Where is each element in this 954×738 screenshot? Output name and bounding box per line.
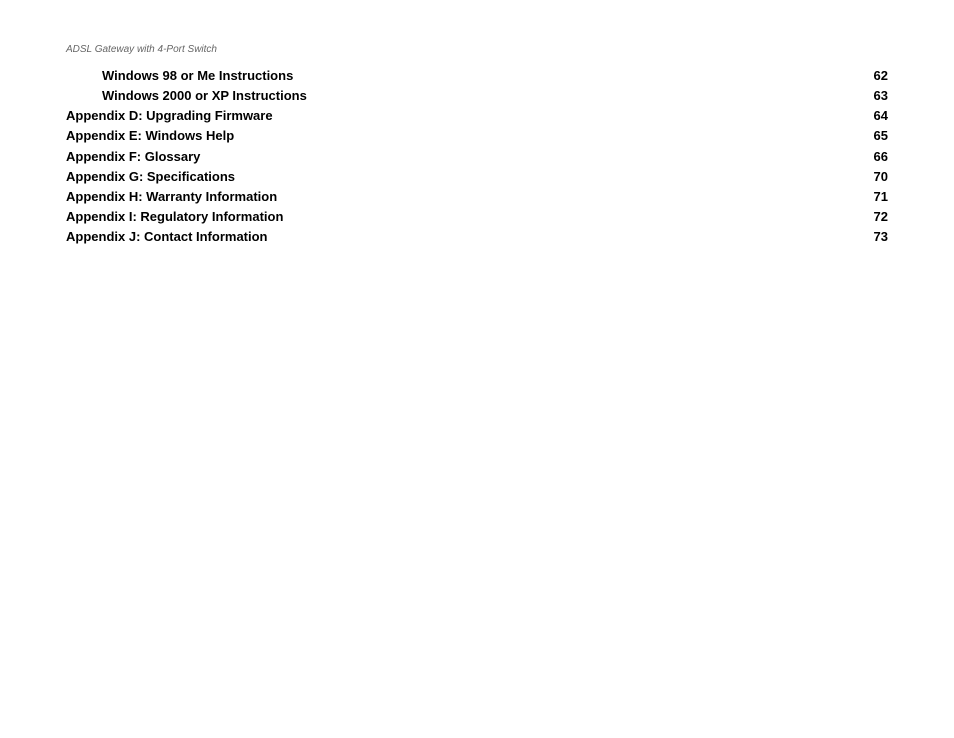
toc-entry-windows98[interactable]: Windows 98 or Me Instructions 62 bbox=[66, 66, 888, 86]
page-header: ADSL Gateway with 4-Port Switch bbox=[66, 44, 217, 55]
toc-entry-appendixF[interactable]: Appendix F: Glossary 66 bbox=[66, 147, 888, 167]
toc-entry-title-appendixF: Appendix F: Glossary bbox=[66, 147, 200, 167]
toc-entry-title-appendixI: Appendix I: Regulatory Information bbox=[66, 207, 283, 227]
toc-entry-page-appendixH: 71 bbox=[858, 187, 888, 207]
toc-entry-title-windows2000: Windows 2000 or XP Instructions bbox=[66, 86, 307, 106]
toc-entry-page-appendixJ: 73 bbox=[858, 227, 888, 247]
toc-entry-windows2000[interactable]: Windows 2000 or XP Instructions 63 bbox=[66, 86, 888, 106]
toc-entry-appendixH[interactable]: Appendix H: Warranty Information 71 bbox=[66, 187, 888, 207]
toc-entry-page-appendixI: 72 bbox=[858, 207, 888, 227]
toc-entry-title-windows98: Windows 98 or Me Instructions bbox=[66, 66, 293, 86]
toc-entry-title-appendixE: Appendix E: Windows Help bbox=[66, 126, 234, 146]
toc-entry-page-windows98: 62 bbox=[858, 66, 888, 86]
toc-entry-title-appendixH: Appendix H: Warranty Information bbox=[66, 187, 277, 207]
toc-entry-page-appendixF: 66 bbox=[858, 147, 888, 167]
toc-entry-title-appendixJ: Appendix J: Contact Information bbox=[66, 227, 268, 247]
toc-entry-title-appendixD: Appendix D: Upgrading Firmware bbox=[66, 106, 273, 126]
toc-entry-appendixG[interactable]: Appendix G: Specifications 70 bbox=[66, 167, 888, 187]
toc-entry-appendixD[interactable]: Appendix D: Upgrading Firmware 64 bbox=[66, 106, 888, 126]
toc-entry-appendixI[interactable]: Appendix I: Regulatory Information 72 bbox=[66, 207, 888, 227]
toc-entry-title-appendixG: Appendix G: Specifications bbox=[66, 167, 235, 187]
toc-entry-page-appendixE: 65 bbox=[858, 126, 888, 146]
toc-entry-appendixE[interactable]: Appendix E: Windows Help 65 bbox=[66, 126, 888, 146]
toc-entry-appendixJ[interactable]: Appendix J: Contact Information 73 bbox=[66, 227, 888, 247]
toc-container: Windows 98 or Me Instructions62Windows 2… bbox=[66, 66, 888, 247]
toc-entry-page-appendixD: 64 bbox=[858, 106, 888, 126]
toc-entry-page-appendixG: 70 bbox=[858, 167, 888, 187]
toc-entry-page-windows2000: 63 bbox=[858, 86, 888, 106]
